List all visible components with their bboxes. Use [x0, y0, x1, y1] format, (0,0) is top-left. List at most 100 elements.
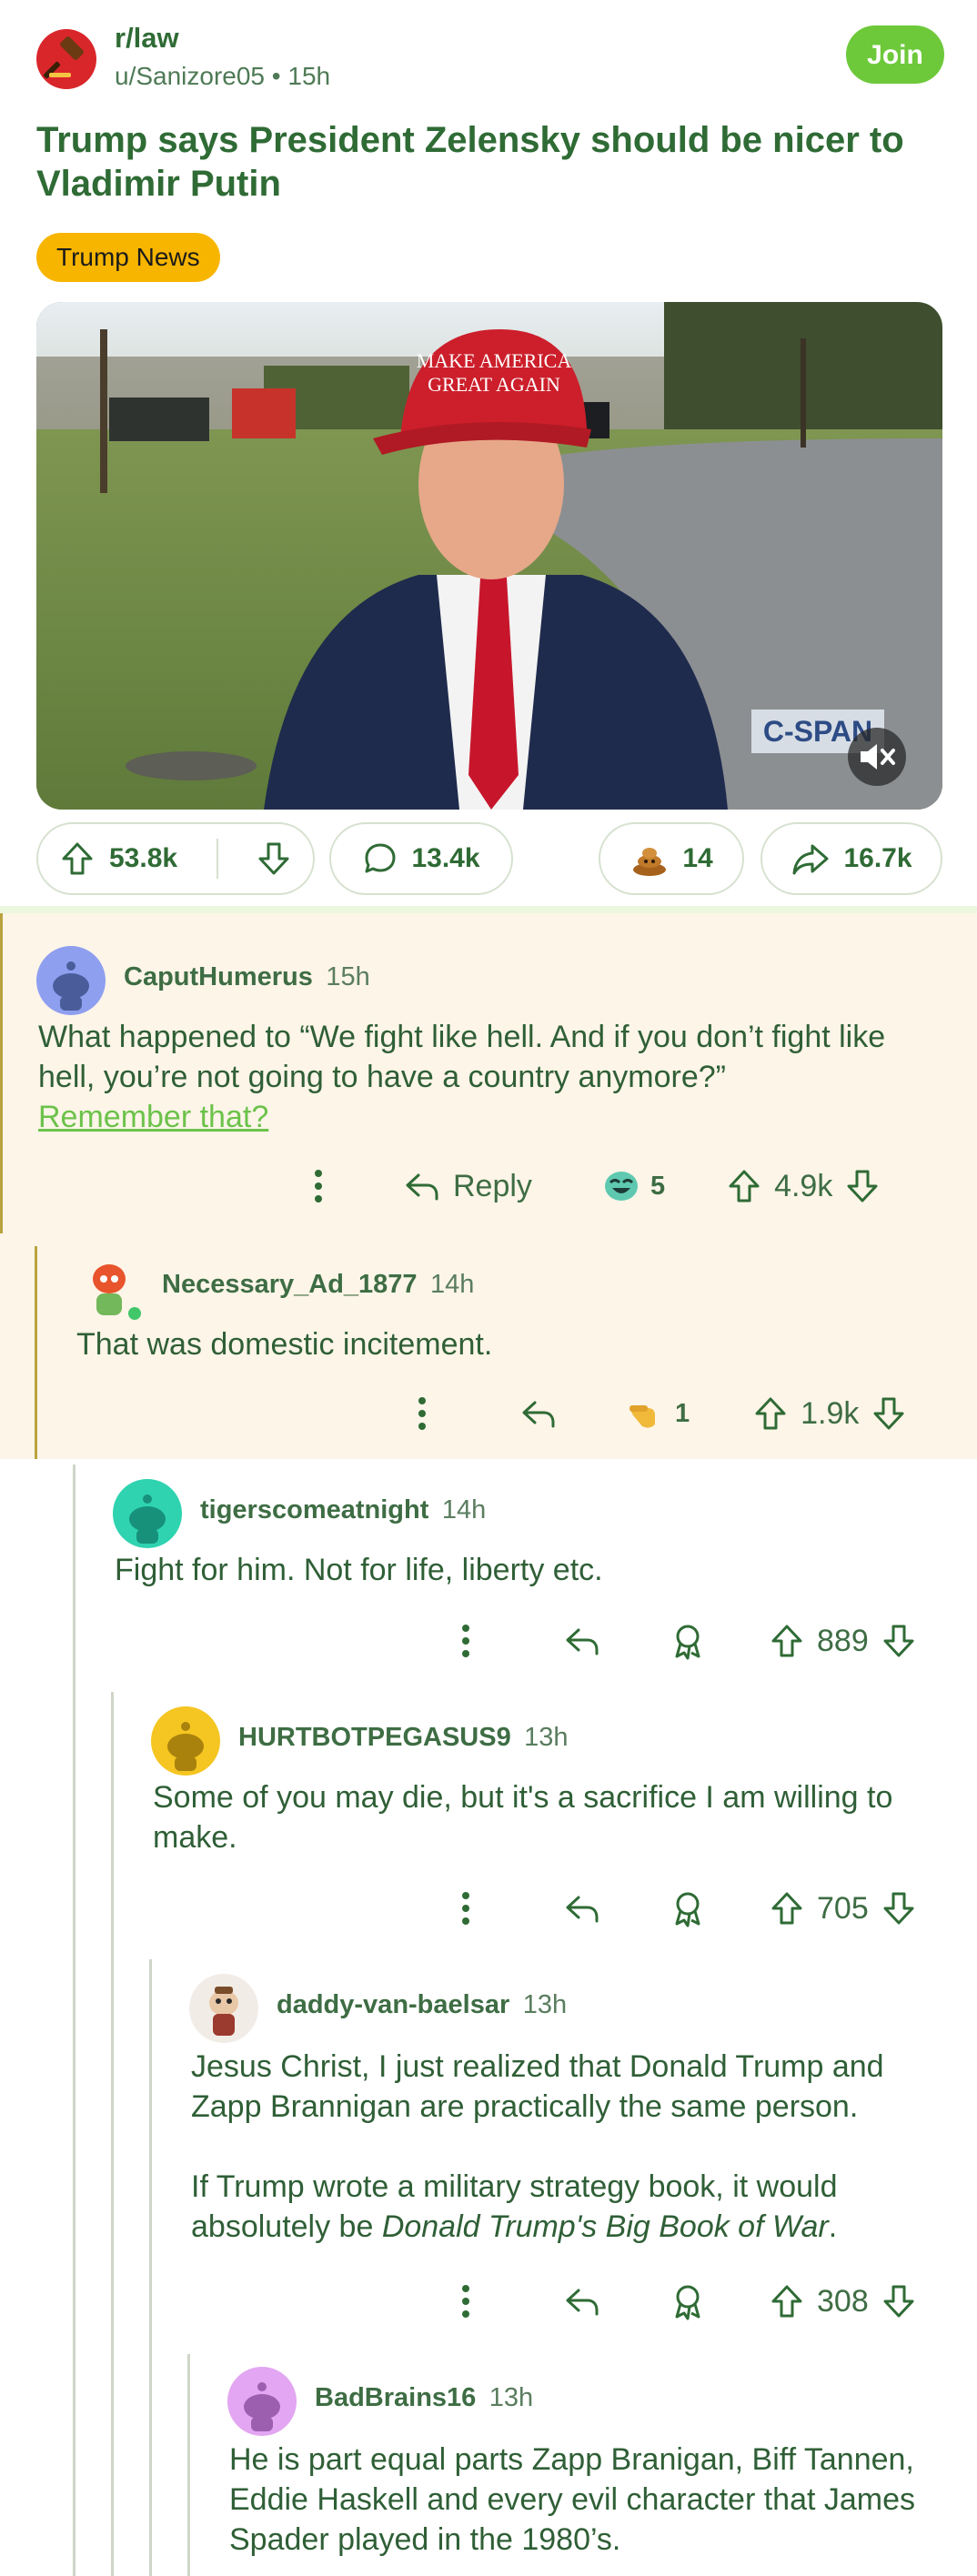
- upvote-icon[interactable]: [60, 840, 95, 877]
- downvote-icon[interactable]: [881, 1623, 916, 1659]
- comment-avatar[interactable]: [151, 1706, 220, 1776]
- comment-actions: 889: [458, 1617, 950, 1665]
- comment-vote: 889: [770, 1623, 916, 1659]
- hat-text-line2: GREAT AGAIN: [428, 373, 560, 396]
- award-count: 5: [650, 1171, 666, 1201]
- join-button[interactable]: Join: [846, 25, 944, 84]
- comment-username[interactable]: CaputHumerus: [124, 962, 313, 991]
- mute-button[interactable]: [848, 728, 906, 786]
- thread-line-level-1[interactable]: [35, 1246, 37, 1459]
- thread-line-level-5[interactable]: [187, 2354, 190, 2576]
- comment-body: Some of you may die, but it's a sacrific…: [153, 1780, 893, 1855]
- comment-score: 705: [817, 1890, 869, 1926]
- post-title[interactable]: Trump says President Zelensky should be …: [36, 118, 946, 206]
- more-options-icon[interactable]: [458, 1621, 473, 1661]
- comment-score: 308: [817, 2283, 869, 2319]
- comment-header: HURTBOTPEGASUS9 13h: [238, 1723, 569, 1753]
- comment-vote: 1.9k: [753, 1395, 906, 1432]
- share-count: 16.7k: [843, 843, 912, 873]
- comment-username[interactable]: HURTBOTPEGASUS9: [238, 1723, 511, 1752]
- reply-arrow-icon[interactable]: [564, 2285, 600, 2318]
- comment-time: 13h: [488, 2383, 534, 2412]
- comment-score: 4.9k: [774, 1168, 833, 1203]
- pointing-hand-award-icon: [630, 1405, 655, 1428]
- comment-time: 13h: [522, 1990, 568, 2019]
- comment-paragraph-2: If Trump wrote a military strategy book,…: [191, 2167, 946, 2247]
- gavel-icon: [43, 36, 84, 79]
- comment-score: 889: [817, 1623, 869, 1658]
- comment-bubble-icon: [365, 843, 396, 873]
- thread-line-level-2[interactable]: [73, 1464, 76, 2576]
- downvote-icon[interactable]: [257, 840, 291, 877]
- snoo-avatar-icon: [53, 961, 89, 1011]
- award-count: 14: [682, 843, 713, 873]
- reply-arrow-icon[interactable]: [564, 1625, 600, 1657]
- comment-avatar[interactable]: [113, 1479, 182, 1548]
- downvote-icon[interactable]: [881, 2283, 916, 2319]
- comment-avatar[interactable]: [75, 1253, 144, 1323]
- snoo-avatar-icon: [209, 1987, 238, 2036]
- comment-username[interactable]: daddy-van-baelsar: [277, 1990, 509, 2019]
- post-video[interactable]: MAKE AMERICA GREAT AGAIN C-SPAN: [36, 302, 942, 810]
- laughing-award-icon: [604, 1172, 638, 1201]
- comment-actions: 1 1.9k: [415, 1390, 952, 1437]
- upvote-icon[interactable]: [770, 1623, 804, 1659]
- poop-award-icon: [633, 848, 667, 876]
- snoo-avatar-icon: [129, 1494, 166, 1544]
- subreddit-name[interactable]: r/law: [115, 22, 179, 55]
- subreddit-avatar[interactable]: [36, 29, 96, 89]
- comment-avatar[interactable]: [189, 1974, 258, 2043]
- reply-arrow-icon[interactable]: [520, 1397, 557, 1430]
- more-options-icon[interactable]: [311, 1166, 326, 1206]
- award-ribbon-icon[interactable]: [670, 2282, 706, 2320]
- reply-label: Reply: [453, 1168, 532, 1203]
- award-ribbon-icon[interactable]: [670, 1889, 706, 1927]
- reply-button[interactable]: Reply: [404, 1169, 532, 1204]
- comment-username[interactable]: BadBrains16: [315, 2383, 476, 2412]
- comment-time: 13h: [524, 1723, 569, 1752]
- downvote-icon[interactable]: [881, 1890, 916, 1927]
- section-divider: [0, 906, 977, 913]
- award-button[interactable]: 14: [599, 822, 744, 895]
- comment-username[interactable]: Necessary_Ad_1877: [162, 1270, 418, 1299]
- upvote-icon[interactable]: [753, 1395, 788, 1432]
- comment-award[interactable]: 5: [601, 1168, 665, 1204]
- post-vote-bar: 53.8k: [36, 822, 315, 895]
- downvote-icon[interactable]: [871, 1395, 906, 1432]
- post-author[interactable]: u/Sanizore05: [115, 62, 265, 90]
- comment-username[interactable]: tigerscomeatnight: [200, 1495, 428, 1524]
- thread-line-level-0[interactable]: [0, 913, 3, 1233]
- award-ribbon-icon[interactable]: [670, 1622, 706, 1660]
- downvote-icon[interactable]: [845, 1168, 880, 1204]
- comment-link[interactable]: Remember that?: [38, 1100, 268, 1134]
- more-options-icon[interactable]: [458, 1888, 473, 1928]
- comments-button[interactable]: 13.4k: [329, 822, 513, 895]
- comment-time: 15h: [326, 962, 370, 991]
- comment-body: He is part equal parts Zapp Branigan, Bi…: [229, 2442, 916, 2557]
- comment-header: CaputHumerus 15h: [124, 962, 370, 992]
- upvote-icon[interactable]: [727, 1168, 761, 1204]
- book-title: Donald Trump's Big Book of War: [381, 2209, 829, 2244]
- thread-line-level-3[interactable]: [111, 1692, 114, 2576]
- comment-avatar[interactable]: [36, 946, 106, 1015]
- upvote-icon[interactable]: [770, 1890, 804, 1927]
- meta-separator: •: [271, 62, 288, 90]
- share-arrow-icon: [792, 844, 829, 875]
- post-flair[interactable]: Trump News: [36, 233, 220, 282]
- reply-arrow-icon[interactable]: [564, 1892, 600, 1925]
- snoo-avatar-icon: [93, 1264, 141, 1320]
- paragraph-2-end: .: [828, 2209, 838, 2244]
- upvote-icon[interactable]: [770, 2283, 804, 2319]
- share-button[interactable]: 16.7k: [760, 822, 942, 895]
- post-meta: u/Sanizore05 • 15h: [115, 62, 330, 91]
- comment-text: What happened to “We fight like hell. An…: [38, 1020, 886, 1094]
- comment-award[interactable]: 1: [626, 1395, 690, 1432]
- comment-header: tigerscomeatnight 14h: [200, 1495, 486, 1525]
- video-frame: MAKE AMERICA GREAT AGAIN C-SPAN: [36, 302, 942, 810]
- more-options-icon[interactable]: [458, 2281, 473, 2321]
- more-options-icon[interactable]: [415, 1394, 429, 1434]
- reply-arrow-icon: [406, 1173, 438, 1201]
- comment-avatar[interactable]: [227, 2367, 297, 2436]
- thread-line-level-4[interactable]: [149, 1959, 152, 2576]
- comment-header: daddy-van-baelsar 13h: [277, 1990, 567, 2020]
